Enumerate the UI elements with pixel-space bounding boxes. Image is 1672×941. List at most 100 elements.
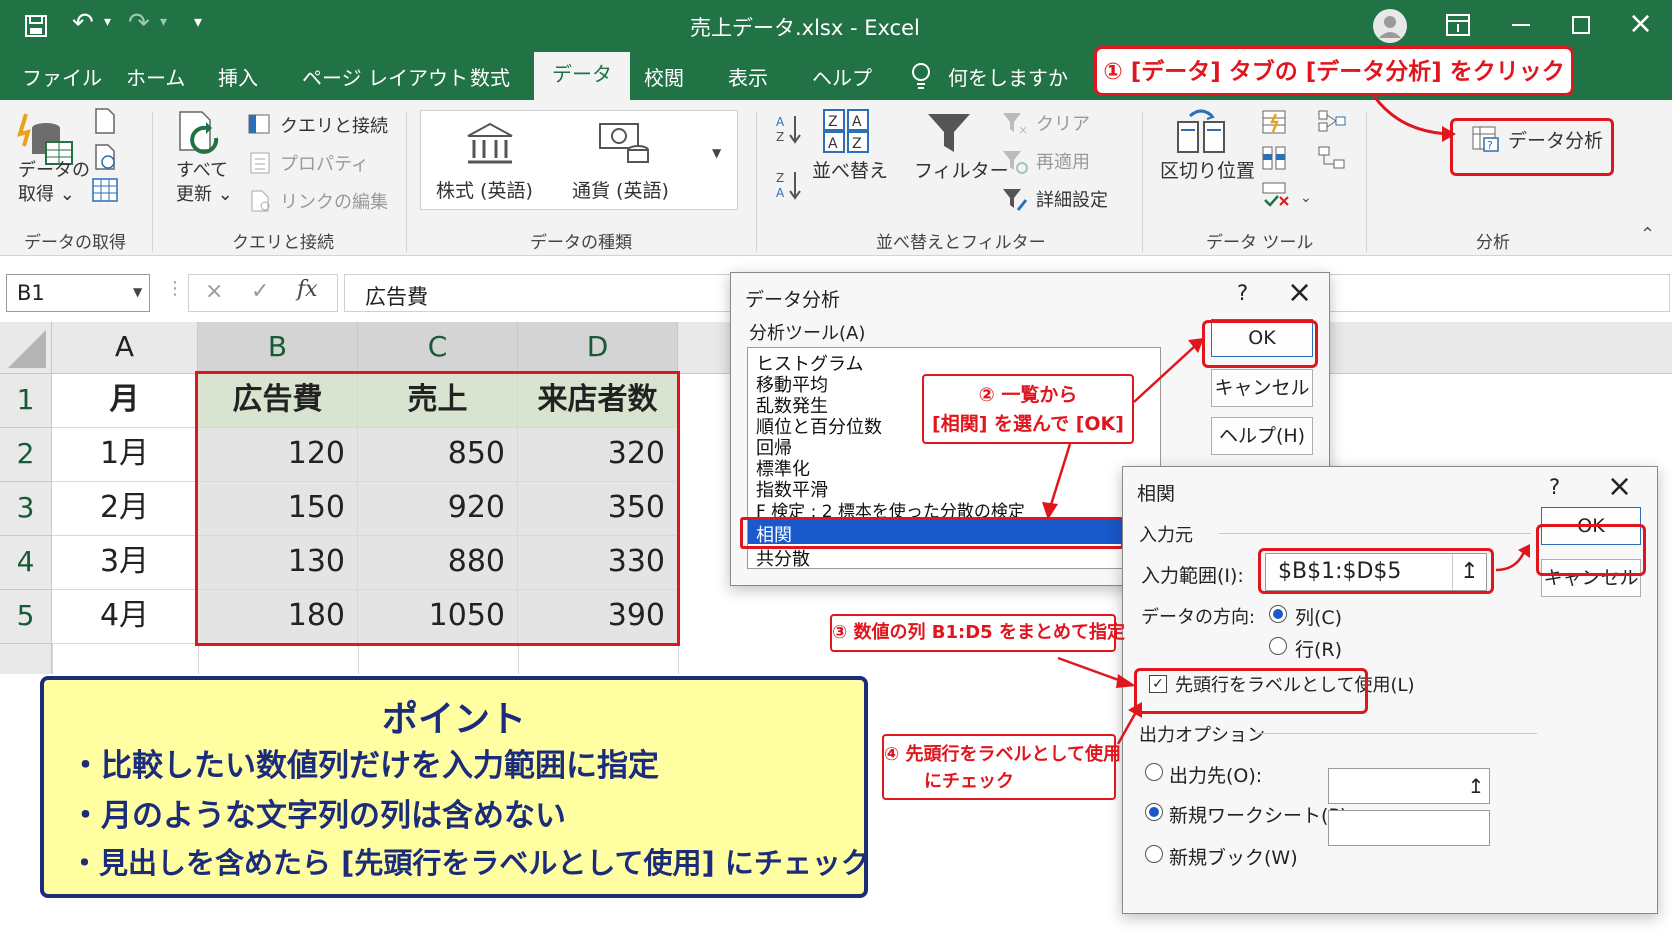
group-label-data-types: データの種類 [530, 233, 632, 253]
stocks-icon[interactable] [464, 120, 516, 168]
output-range-label[interactable]: 出力先(O): [1169, 761, 1262, 788]
select-all-corner[interactable] [0, 322, 52, 374]
row-header-6[interactable] [0, 644, 52, 674]
filter-icon[interactable] [926, 112, 972, 154]
minimize-icon[interactable] [1512, 24, 1530, 26]
cancel-button[interactable]: キャンセル [1211, 369, 1313, 407]
sort-desc-icon[interactable]: ZA [776, 170, 802, 200]
insert-function-icon[interactable]: fx [297, 277, 318, 302]
help-icon[interactable]: ? [1237, 281, 1248, 305]
enter-icon[interactable]: ✓ [251, 279, 269, 304]
help-icon[interactable]: ? [1549, 475, 1560, 499]
gridline [52, 644, 53, 674]
name-box[interactable]: B1 ▼ [6, 274, 150, 312]
tab-page-layout[interactable]: ページ レイアウト [302, 60, 468, 100]
radio-rows-label[interactable]: 行(R) [1295, 635, 1342, 662]
namebox-dropdown-icon[interactable]: ▼ [133, 285, 142, 299]
get-data-label-2[interactable]: 取得 ⌄ [18, 180, 75, 206]
help-button[interactable]: ヘルプ(H) [1211, 417, 1313, 455]
sort-dialog-icon[interactable]: Z AA Z [822, 108, 870, 154]
row-header-2[interactable]: 2 [0, 428, 52, 482]
queries-connections-button[interactable]: クエリと接続 [280, 112, 388, 138]
customize-qat-icon[interactable]: ▾ [194, 12, 202, 31]
user-avatar-icon[interactable] [1372, 8, 1408, 44]
svg-text:Z: Z [776, 130, 784, 144]
gallery-more-icon[interactable]: ▼ [712, 146, 721, 160]
tab-insert[interactable]: 挿入 [218, 60, 258, 100]
radio-new-sheet[interactable] [1145, 803, 1163, 821]
row-header-1[interactable]: 1 [0, 374, 52, 428]
new-sheet-label[interactable]: 新規ワークシート(P): [1169, 801, 1354, 828]
refresh-all-icon[interactable] [176, 110, 222, 160]
row-header-5[interactable]: 5 [0, 590, 52, 644]
sort-asc-icon[interactable]: AZ [776, 114, 802, 144]
save-icon[interactable] [24, 14, 48, 38]
cell-a1[interactable]: 月 [52, 374, 198, 428]
redo-dropdown-icon[interactable]: ▾ [160, 14, 167, 30]
dropdown-icon[interactable]: ⌄ [1300, 190, 1312, 206]
cell-a5[interactable]: 4月 [52, 590, 198, 644]
collapse-output-icon[interactable]: ↥ [1463, 769, 1489, 803]
tab-review[interactable]: 校閲 [644, 60, 684, 100]
tab-data[interactable]: データ [534, 52, 630, 100]
column-header-b[interactable]: B [198, 322, 358, 374]
redo-icon[interactable]: ↷ [128, 8, 150, 38]
undo-dropdown-icon[interactable]: ▾ [104, 14, 111, 30]
queries-connections-icon[interactable] [248, 114, 270, 134]
cell-a4[interactable]: 3月 [52, 536, 198, 590]
refresh-all-label-1[interactable]: すべて [176, 156, 228, 182]
text-to-columns-button[interactable]: 区切り位置 [1160, 156, 1255, 183]
advanced-button[interactable]: 詳細設定 [1036, 186, 1108, 212]
advanced-filter-icon[interactable] [1002, 188, 1028, 212]
tell-me-search[interactable]: 何をしますか [948, 60, 1068, 100]
relationships-icon[interactable] [1318, 146, 1346, 170]
filter-button[interactable]: フィルター [914, 156, 1009, 183]
radio-rows[interactable] [1269, 637, 1287, 655]
from-table-icon[interactable] [92, 178, 118, 202]
new-sheet-name-field[interactable] [1328, 810, 1490, 846]
collapse-ribbon-icon[interactable]: ⌃ [1640, 224, 1655, 245]
group-label-queries: クエリと接続 [232, 233, 334, 253]
undo-icon[interactable]: ↶ [72, 8, 94, 38]
text-to-columns-icon[interactable] [1176, 108, 1226, 156]
tab-view[interactable]: 表示 [728, 60, 768, 100]
currency-icon[interactable] [598, 120, 652, 168]
cancel-entry-icon[interactable]: × [205, 279, 223, 304]
tab-formulas[interactable]: 数式 [470, 60, 510, 100]
remove-duplicates-icon[interactable] [1262, 146, 1286, 170]
row-header-3[interactable]: 3 [0, 482, 52, 536]
from-web-icon[interactable] [94, 144, 116, 170]
flash-fill-icon[interactable] [1262, 110, 1286, 134]
output-range-field[interactable]: ↥ [1328, 768, 1490, 804]
get-data-label-1[interactable]: データの [18, 156, 90, 182]
currency-button[interactable]: 通貨 (英語) [572, 176, 669, 203]
new-book-label[interactable]: 新規ブック(W) [1169, 843, 1298, 870]
refresh-all-label-2[interactable]: 更新 ⌄ [176, 180, 233, 206]
radio-new-book[interactable] [1145, 845, 1163, 863]
column-header-d[interactable]: D [518, 322, 678, 374]
close-icon[interactable]: × [1607, 469, 1632, 504]
cell-a3[interactable]: 2月 [52, 482, 198, 536]
select-all-triangle-icon [8, 330, 46, 368]
from-text-icon[interactable] [94, 108, 116, 134]
data-validation-icon[interactable] [1262, 182, 1292, 208]
maximize-icon[interactable] [1572, 16, 1590, 34]
row-header-4[interactable]: 4 [0, 536, 52, 590]
close-icon[interactable]: × [1287, 275, 1312, 310]
radio-output-range[interactable] [1145, 763, 1163, 781]
radio-columns[interactable] [1269, 605, 1287, 623]
cell-a2[interactable]: 1月 [52, 428, 198, 482]
column-header-c[interactable]: C [358, 322, 518, 374]
tab-help[interactable]: ヘルプ [812, 60, 872, 100]
tab-file[interactable]: ファイル [22, 60, 102, 100]
consolidate-icon[interactable] [1318, 110, 1346, 132]
section-divider [1219, 533, 1531, 534]
close-icon[interactable]: × [1628, 6, 1653, 41]
point-title: ポイント [381, 699, 526, 740]
radio-columns-label[interactable]: 列(C) [1295, 603, 1342, 630]
ribbon-display-icon[interactable] [1446, 14, 1470, 36]
tab-home[interactable]: ホーム [126, 60, 185, 100]
stocks-button[interactable]: 株式 (英語) [436, 176, 533, 203]
sort-button[interactable]: 並べ替え [812, 156, 888, 183]
column-header-a[interactable]: A [52, 322, 198, 374]
